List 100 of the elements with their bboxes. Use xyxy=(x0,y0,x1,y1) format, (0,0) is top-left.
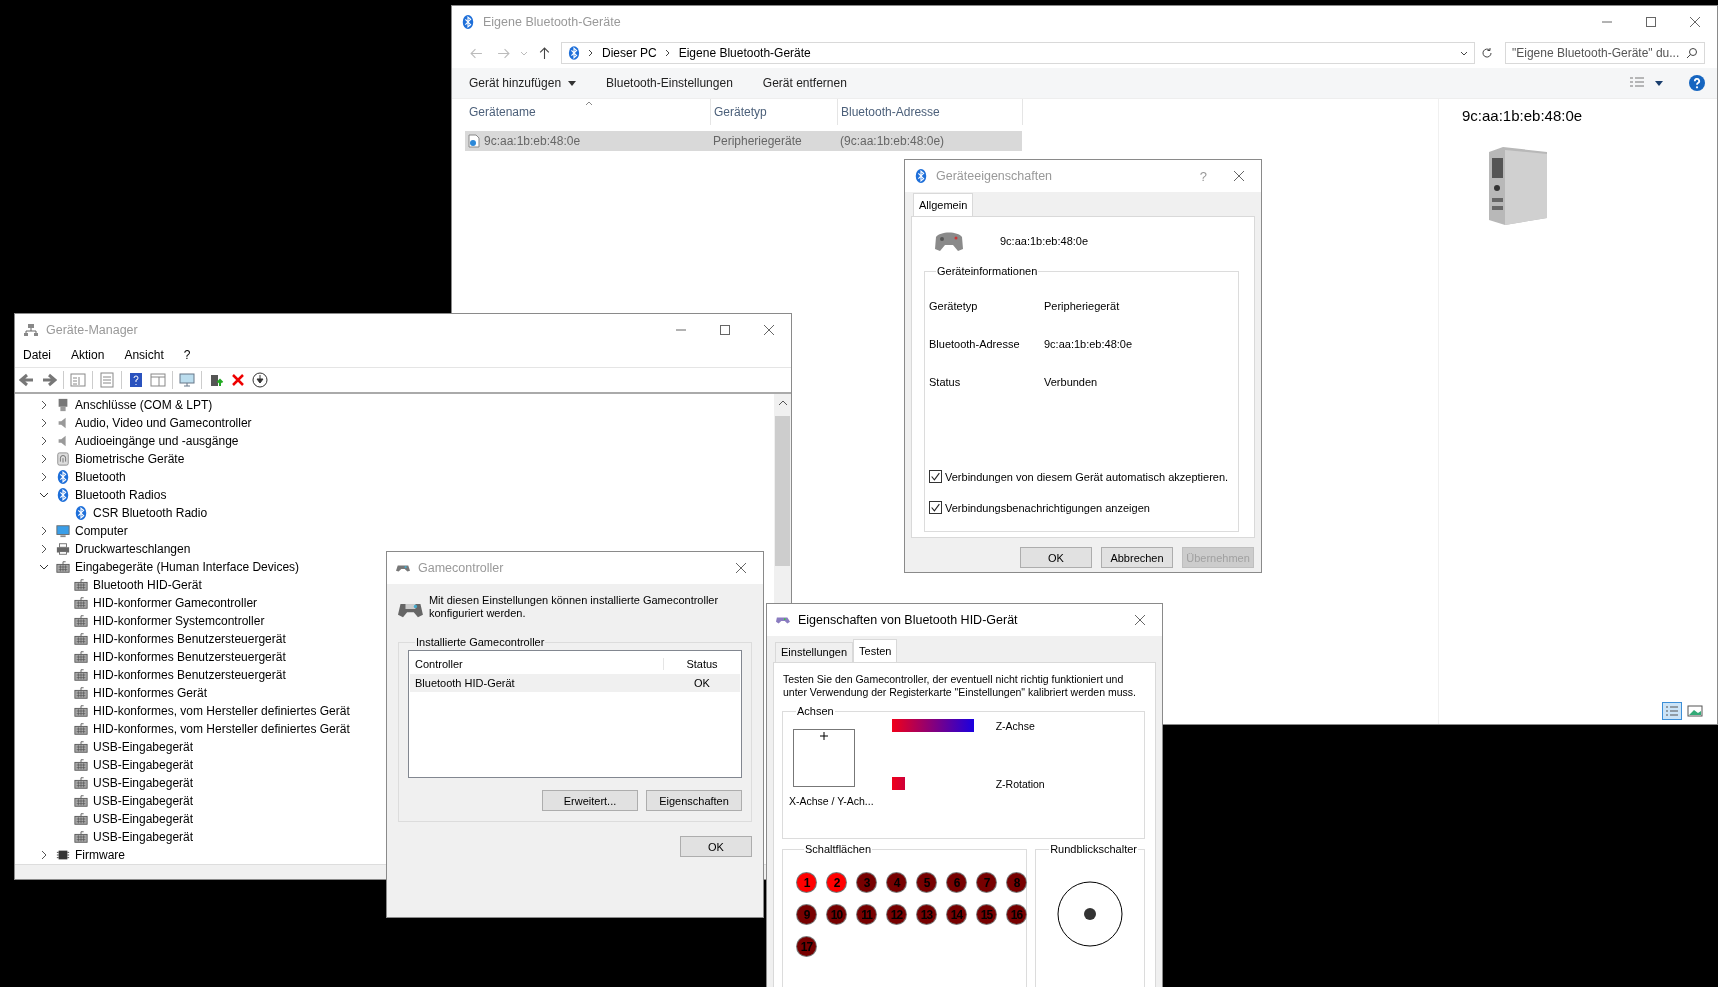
checkbox[interactable] xyxy=(929,470,942,483)
toolbar-button[interactable]: Bluetooth-Einstellungen xyxy=(597,72,742,94)
breadcrumb-item[interactable]: Eigene Bluetooth-Geräte xyxy=(678,46,811,60)
menu-item[interactable]: Datei xyxy=(23,348,51,365)
checkbox-label[interactable]: Verbindungen von diesem Gerät automatisch akzeptieren. xyxy=(945,470,1229,483)
menu-item[interactable]: Aktion xyxy=(71,348,105,365)
dialog-button[interactable]: OK xyxy=(1020,547,1092,568)
dialog-button[interactable]: Erweitert... xyxy=(542,790,638,811)
column-header[interactable]: Gerätename xyxy=(466,99,711,125)
column-header[interactable]: Status xyxy=(664,658,740,670)
tree-item[interactable]: Anschlüsse (COM & LPT) xyxy=(75,398,213,412)
tree-item[interactable]: USB-Eingabegerät xyxy=(93,776,194,790)
field-label: Gerätetyp xyxy=(929,300,979,312)
chevron-right-icon[interactable] xyxy=(39,544,49,554)
tree-item[interactable]: Audioeingänge und -ausgänge xyxy=(75,434,239,448)
keyboard-icon xyxy=(74,812,88,826)
group-label: Geräteinformationen xyxy=(936,265,1039,277)
group-label: Installierte Gamecontroller xyxy=(415,636,546,648)
tree-item[interactable]: HID-konformes Benutzersteuergerät xyxy=(93,668,286,682)
forward-arrow-icon[interactable] xyxy=(41,372,57,388)
chevron-right-icon[interactable] xyxy=(39,400,49,410)
toolbar-button[interactable]: Gerät entfernen xyxy=(753,72,856,94)
chevron-down-icon[interactable] xyxy=(39,562,49,572)
chevron-right-icon[interactable] xyxy=(39,436,49,446)
chevron-right-icon[interactable] xyxy=(39,454,49,464)
tree-item[interactable]: Druckwarteschlangen xyxy=(75,542,191,556)
tree-item[interactable]: HID-konformes, vom Hersteller definiertes Gerät xyxy=(93,704,350,718)
download-icon[interactable] xyxy=(252,372,268,388)
details-view-icon[interactable] xyxy=(1662,702,1682,720)
menu-item[interactable]: ? xyxy=(183,348,191,365)
device-name: 9c:aa:1b:eb:48:0e xyxy=(1000,235,1089,247)
dialog-button[interactable]: Eigenschaften xyxy=(646,790,742,811)
thumbnail-view-icon[interactable] xyxy=(1685,702,1705,720)
sort-caret-icon xyxy=(585,101,593,106)
tree-item[interactable]: Eingabegeräte (Human Interface Devices) xyxy=(75,560,300,574)
bluetooth-icon xyxy=(56,488,70,502)
column-header[interactable]: Bluetooth-Adresse xyxy=(838,99,1023,125)
table-cell: (9c:aa:1b:eb:48:0e) xyxy=(840,134,945,148)
field-value: 9c:aa:1b:eb:48:0e xyxy=(1044,338,1133,350)
keyboard-icon xyxy=(74,794,88,808)
chevron-right-icon[interactable] xyxy=(39,418,49,428)
caret-icon[interactable] xyxy=(1655,80,1663,86)
scroll-up-icon[interactable] xyxy=(777,400,788,406)
help-icon[interactable] xyxy=(1689,75,1705,91)
tree-item[interactable]: Bluetooth xyxy=(75,470,126,484)
list-row[interactable]: Bluetooth HID-Gerät OK xyxy=(410,674,740,692)
chevron-right-icon[interactable] xyxy=(39,472,49,482)
address-bar[interactable]: Dieser PC Eigene Bluetooth-Geräte xyxy=(561,42,1475,64)
chevron-down-icon[interactable] xyxy=(39,490,49,500)
window-title: Eigenschaften von Bluetooth HID-Gerät xyxy=(798,613,1019,627)
tree-item[interactable]: USB-Eingabegerät xyxy=(93,830,194,844)
tree-item[interactable]: HID-konformer Systemcontroller xyxy=(93,614,265,628)
table-row[interactable]: 9c:aa:1b:eb:48:0e Peripheriegeräte (9c:aa:1b:eb:48:0e) xyxy=(465,131,1022,151)
delete-icon[interactable] xyxy=(230,372,246,388)
keyboard-icon xyxy=(74,722,88,736)
tree-item[interactable]: Biometrische Geräte xyxy=(75,452,185,466)
tree-item[interactable]: USB-Eingabegerät xyxy=(93,758,194,772)
tab[interactable]: Testen xyxy=(853,639,898,662)
bluetooth-icon xyxy=(461,15,475,29)
tree-item[interactable]: HID-konformes Benutzersteuergerät xyxy=(93,632,286,646)
window-title: Geräteeigenschaften xyxy=(936,169,1054,183)
tree-item[interactable]: Bluetooth HID-Gerät xyxy=(93,578,202,592)
button-indicator: 11 xyxy=(857,905,876,924)
breadcrumb-item[interactable]: Dieser PC xyxy=(602,46,657,60)
tab[interactable]: Allgemein xyxy=(913,193,974,216)
tree-item[interactable]: HID-konformer Gamecontroller xyxy=(93,596,258,610)
column-header[interactable]: Gerätetyp xyxy=(711,99,838,125)
button-indicator: 14 xyxy=(947,905,966,924)
window-title: Gamecontroller xyxy=(418,561,505,575)
back-arrow-icon[interactable] xyxy=(19,372,35,388)
refresh-icon[interactable] xyxy=(1481,47,1493,59)
dialog-button[interactable]: Abbrechen xyxy=(1101,547,1173,568)
controller-list[interactable]: Controller Status Bluetooth HID-Gerät OK xyxy=(408,650,742,778)
column-header[interactable]: Controller xyxy=(410,658,664,670)
toolbar-button[interactable]: Gerät hinzufügen xyxy=(460,72,586,94)
tab[interactable]: Einstellungen xyxy=(775,642,854,662)
tree-item[interactable]: Audio, Video und Gamecontroller xyxy=(75,416,252,430)
tree-item[interactable]: Bluetooth Radios xyxy=(75,488,167,502)
tree-item[interactable]: Computer xyxy=(75,524,128,538)
ok-button[interactable]: OK xyxy=(680,836,752,857)
caret-icon[interactable] xyxy=(1460,49,1468,57)
help-icon[interactable] xyxy=(128,372,144,388)
search-field[interactable]: "Eigene Bluetooth-Geräte" du... xyxy=(1505,42,1705,64)
chevron-right-icon[interactable] xyxy=(39,526,49,536)
checkbox-label[interactable]: Verbindungsbenachrichtigungen anzeigen xyxy=(945,501,1150,514)
monitor-icon[interactable] xyxy=(179,372,195,388)
tree-item[interactable]: USB-Eingabegerät xyxy=(93,740,194,754)
tree-item[interactable]: HID-konformes, vom Hersteller definiertes Gerät xyxy=(93,722,350,736)
tree-item[interactable]: Firmware xyxy=(75,848,125,862)
tree-item[interactable]: USB-Eingabegerät xyxy=(93,812,194,826)
tree-item[interactable]: HID-konformes Benutzersteuergerät xyxy=(93,650,286,664)
bluetooth-icon xyxy=(74,506,88,520)
chevron-right-icon[interactable] xyxy=(39,850,49,860)
menu-item[interactable]: Ansicht xyxy=(124,348,164,365)
keyboard-icon xyxy=(74,830,88,844)
tree-item[interactable]: USB-Eingabegerät xyxy=(93,794,194,808)
checkbox[interactable] xyxy=(929,501,942,514)
tree-item[interactable]: HID-konformes Gerät xyxy=(93,686,208,700)
scrollbar-thumb[interactable] xyxy=(775,416,790,566)
tree-item[interactable]: CSR Bluetooth Radio xyxy=(93,506,208,520)
